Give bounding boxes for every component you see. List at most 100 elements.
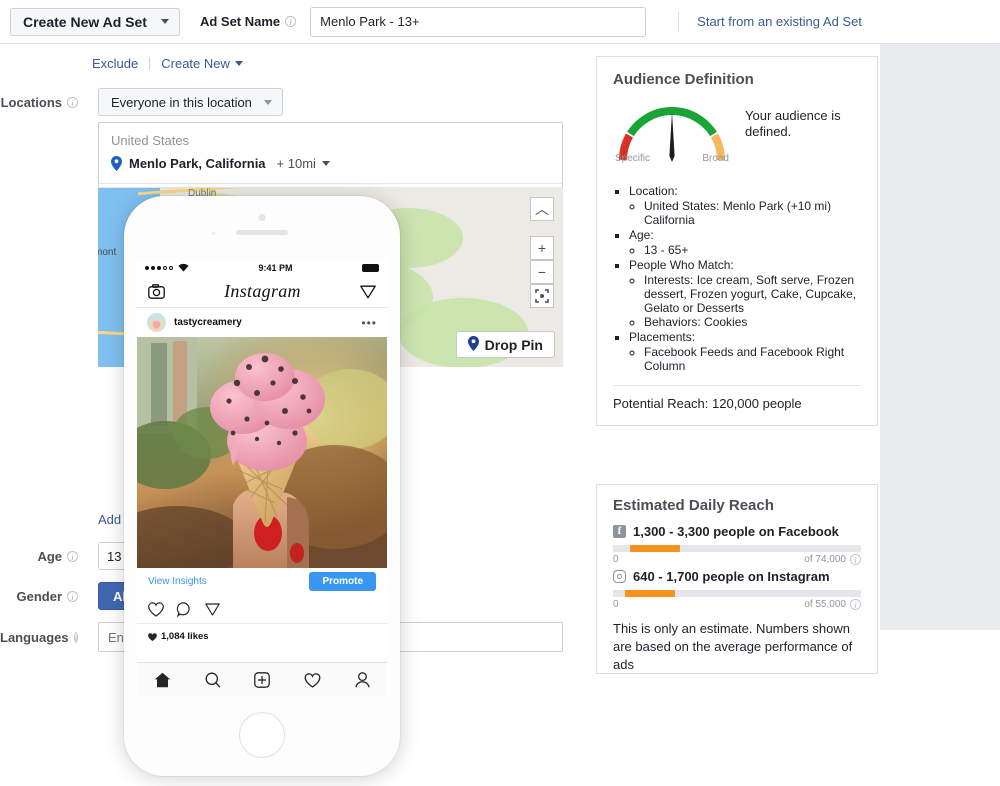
map-pin-icon [111,156,122,171]
gender-row: Gender i All [0,582,145,610]
location-radius-value: + 10mi [276,156,316,171]
languages-label: Languages [0,629,69,645]
locations-label: Locations [0,94,62,110]
screen-root: Create New Ad Set Ad Set Name i Start fr… [0,0,1000,786]
send-icon[interactable] [360,284,376,299]
languages-label-group: Languages i [0,630,78,645]
battery-icon [361,263,379,272]
instagram-logo: Instagram [224,281,301,301]
age-label: Age [37,548,62,564]
ad-set-name-input[interactable] [310,6,647,37]
right-gray-rail [880,44,1000,630]
instagram-tab-bar [137,662,387,697]
map-zoom-out-button[interactable]: − [530,260,554,284]
search-icon[interactable] [205,672,221,688]
profile-icon[interactable] [355,672,370,688]
gender-label-group: Gender i [0,589,78,604]
audience-sub-item: 13 - 65+ [644,243,861,257]
create-new-ad-set-button[interactable]: Create New Ad Set [10,7,180,36]
map-pan-up-button[interactable]: ︿ [530,197,554,221]
comment-icon[interactable] [176,601,192,617]
audience-item-label: Placements: [629,330,696,344]
instagram-header: Instagram [137,276,387,308]
location-radius-dropdown[interactable]: + 10mi [277,156,330,171]
info-icon[interactable]: i [73,631,78,643]
add-icon[interactable] [254,672,271,688]
top-toolbar: Create New Ad Set Ad Set Name i Start fr… [0,0,1000,44]
facebook-reach-scale: 0 of 74,000 i [613,554,861,565]
post-likes: 1,084 likes [137,623,387,649]
post-photo [137,337,387,568]
gauge-label-specific: Specific [615,153,651,164]
audience-definition-panel: Audience Definition Specific Broad Your … [596,56,878,426]
heart-icon[interactable] [148,601,164,617]
more-options-icon[interactable]: ••• [361,317,377,329]
location-country-label: United States [111,133,190,148]
info-icon[interactable]: i [67,590,78,602]
chevron-down-icon [234,61,243,66]
age-min-value: 13 [107,548,122,564]
facebook-reach-text: 1,300 - 3,300 people on Facebook [633,524,839,539]
heart-filled-icon [148,632,157,641]
phone-home-button[interactable] [239,712,285,758]
facebook-reach-bar-fill [630,545,680,552]
facebook-reach-max: of 74,000 [804,554,846,565]
locations-row: Locations i Everyone in this location [0,88,580,116]
locations-scope-dropdown[interactable]: Everyone in this location [98,88,283,116]
home-icon[interactable] [154,672,171,688]
camera-icon[interactable] [148,284,165,299]
instagram-reach-row: 640 - 1,700 people on Instagram [613,569,861,584]
facebook-reach-bar [613,545,861,552]
divider [149,57,151,70]
audience-sub-item: Interests: Ice cream, Soft serve, Frozen… [644,273,861,315]
info-icon[interactable]: i [850,554,861,565]
info-icon[interactable]: i [850,599,861,610]
age-label-group: Age i [0,549,78,564]
create-new-ad-set-label: Create New Ad Set [23,13,147,30]
chevron-down-icon [321,161,330,166]
gauge-label-broad: Broad [702,153,729,164]
view-insights-link[interactable]: View Insights [148,576,207,587]
audience-sub-item: Behaviors: Cookies [644,315,861,329]
estimated-daily-reach-panel: Estimated Daily Reach f 1,300 - 3,300 pe… [596,484,878,674]
phone-speaker [236,230,288,235]
instagram-reach-text: 640 - 1,700 people on Instagram [633,569,830,584]
audience-gauge: Specific Broad [613,96,731,170]
audience-state-text: Your audience is defined. [745,108,841,139]
gender-label: Gender [16,588,62,604]
audience-summary-item: Age: 13 - 65+ [629,228,861,257]
drop-pin-button[interactable]: Drop Pin [455,331,555,358]
audience-sub-list: 13 - 65+ [629,243,861,257]
ad-set-name-label: Ad Set Name [199,14,281,29]
facebook-reach-min: 0 [613,554,619,565]
map-pin-icon [467,335,479,354]
info-icon[interactable]: i [285,16,297,27]
send-icon[interactable] [205,602,220,616]
audience-sub-item: Facebook Feeds and Facebook Right Column [644,345,861,373]
post-likes-count: 1,084 likes [161,631,209,642]
instagram-reach-scale: 0 of 55,000 i [613,599,861,610]
map-zoom-in-button[interactable]: + [530,236,554,260]
start-from-existing-ad-set-link[interactable]: Start from an existing Ad Set [678,11,862,32]
wifi-icon [178,263,189,272]
create-new-link[interactable]: Create New [161,56,243,71]
info-icon[interactable]: i [67,550,78,562]
phone-sensor-icon [212,232,215,235]
chevron-down-icon [263,99,272,105]
heart-icon[interactable] [304,672,321,688]
post-header: tastycreamery ••• [137,308,387,337]
info-icon[interactable]: i [67,96,78,108]
gauge-scale: Specific Broad [613,153,731,164]
phone-screen: 9:41 PM Instagram tastycreamery ••• View… [137,259,387,697]
audience-item-label: People Who Match: [629,258,734,272]
instagram-reach-bar [613,590,861,597]
post-username[interactable]: tastycreamery [174,317,353,328]
location-chip[interactable]: Menlo Park, California + 10mi [99,152,562,183]
instagram-reach-max-group: of 55,000 i [804,599,861,610]
map-recenter-button[interactable] [530,284,554,308]
instagram-reach-bar-fill [625,590,675,597]
avatar[interactable] [147,313,166,332]
promote-button[interactable]: Promote [309,572,376,591]
phone-mockup: 9:41 PM Instagram tastycreamery ••• View… [124,196,400,776]
exclude-link[interactable]: Exclude [92,56,138,71]
